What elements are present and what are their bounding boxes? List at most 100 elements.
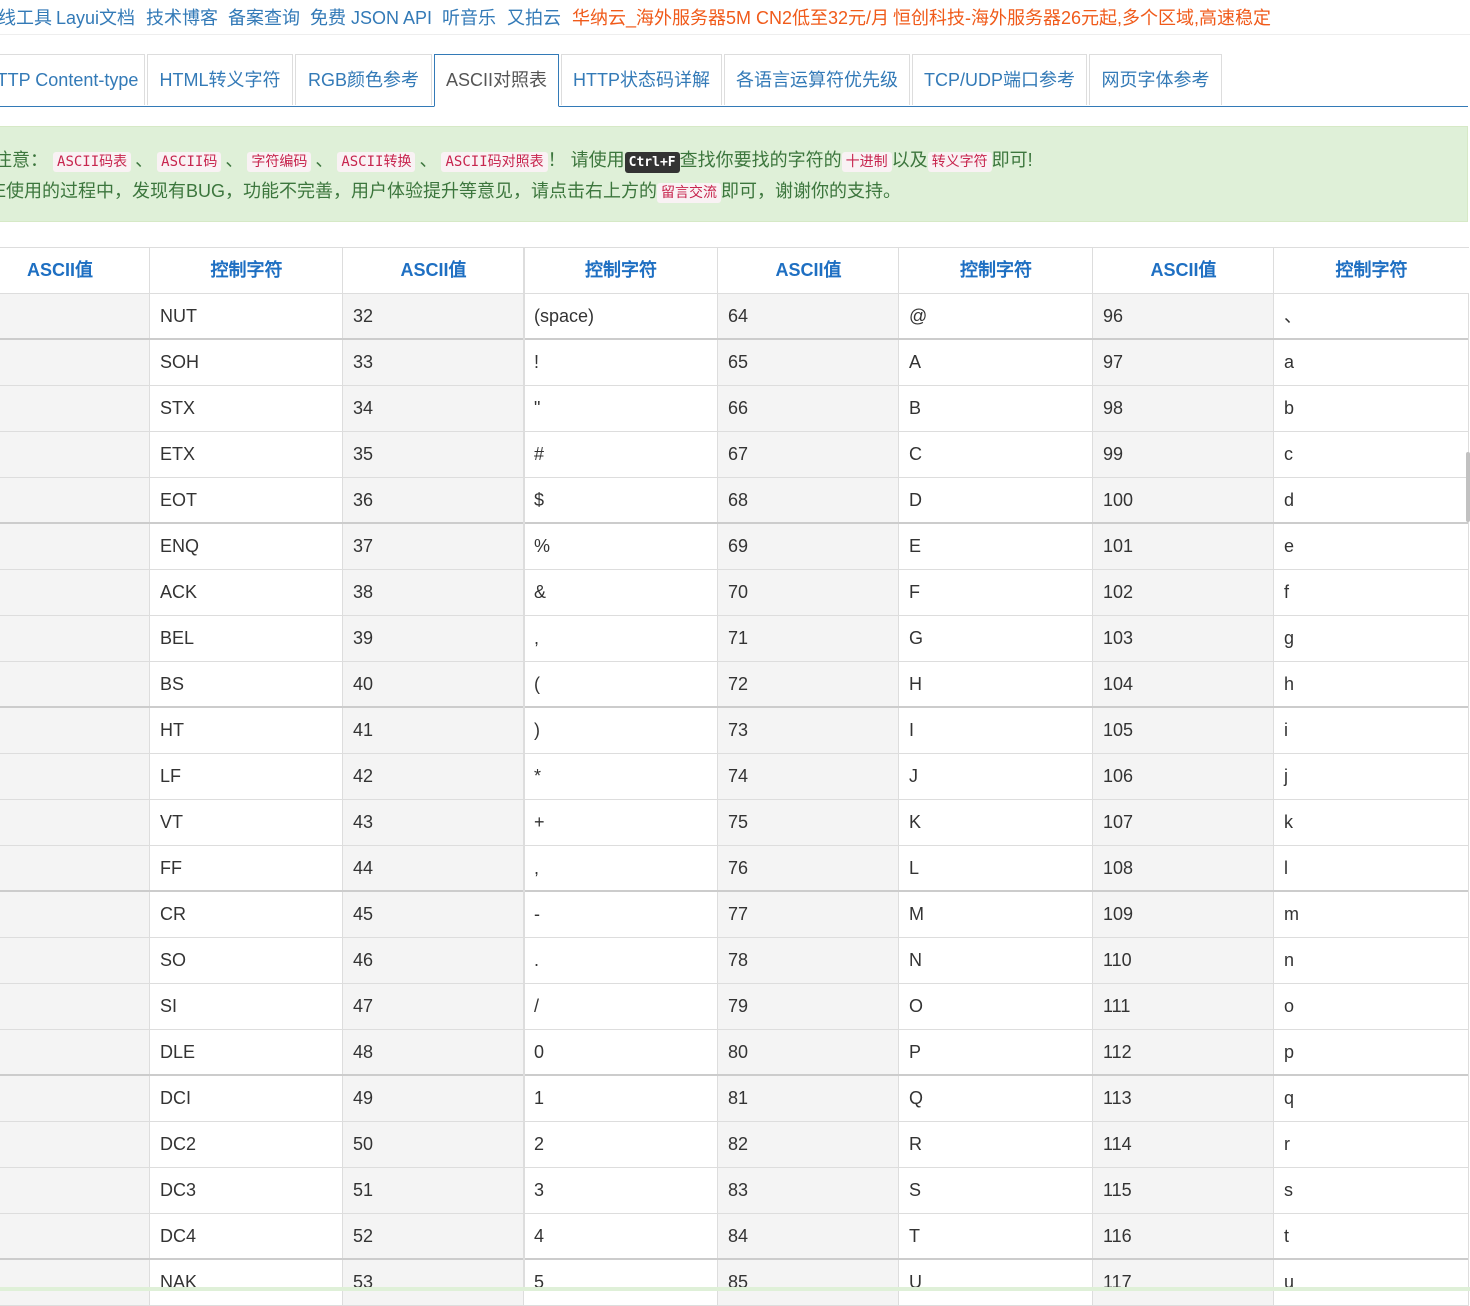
promo-link-henghost[interactable]: 恒创科技-海外服务器26元起,多个区域,高速稳定: [893, 4, 1271, 30]
control-char-cell: D: [898, 478, 1093, 522]
control-char-cell: (: [523, 662, 718, 706]
ascii-value-cell: [0, 708, 150, 753]
nav-link-tools[interactable]: 线工具: [0, 4, 52, 30]
notice-text: 即可!: [991, 150, 1033, 170]
ascii-value-cell: [0, 1168, 150, 1213]
ascii-value-cell: [0, 846, 150, 890]
nav-link-tech-blog[interactable]: 技术博客: [146, 4, 218, 30]
control-char-cell: K: [898, 800, 1093, 845]
ascii-value-cell: 48: [342, 1030, 524, 1074]
notice-text: ！ 请使用: [547, 150, 625, 170]
tab-tcp-udp-ports[interactable]: TCP/UDP端口参考: [912, 54, 1087, 105]
control-char-cell: L: [898, 846, 1093, 890]
ascii-value-cell: [0, 984, 150, 1029]
ascii-value-cell: 74: [717, 754, 899, 799]
ascii-value-cell: [0, 1122, 150, 1167]
control-char-cell: 3: [523, 1168, 718, 1213]
control-char-cell: !: [523, 340, 718, 385]
column-header: 控制字符: [149, 248, 343, 293]
ascii-value-cell: 100: [1092, 478, 1274, 522]
control-char-cell: r: [1273, 1122, 1469, 1167]
control-char-cell: N: [898, 938, 1093, 983]
control-char-cell: U: [898, 1260, 1093, 1305]
tab-http-content-type[interactable]: TTP Content-type: [0, 54, 145, 105]
control-char-cell: DLE: [149, 1030, 343, 1074]
ascii-value-cell: 113: [1092, 1076, 1274, 1121]
ascii-value-cell: 76: [717, 846, 899, 890]
control-char-cell: &: [523, 570, 718, 615]
control-char-cell: 2: [523, 1122, 718, 1167]
ascii-value-cell: [0, 662, 150, 706]
column-divider: [523, 247, 525, 1291]
table-row: CR 45-77 M 109 m: [0, 892, 1468, 938]
ascii-value-cell: 81: [717, 1076, 899, 1121]
ascii-value-cell: 45: [342, 892, 524, 937]
ascii-value-cell: [0, 1076, 150, 1121]
notice-text: E使用的过程中，发现有BUG，功能不完善，用户体验提升等意见，请点击右上方的: [0, 181, 658, 201]
ascii-value-cell: 115: [1092, 1168, 1274, 1213]
control-char-cell: 、: [1273, 294, 1469, 338]
keyword-ascii-table: ASCII码表: [53, 152, 132, 172]
ascii-value-cell: 85: [717, 1260, 899, 1305]
ascii-value-cell: 67: [717, 432, 899, 477]
control-char-cell: SOH: [149, 340, 343, 385]
control-char-cell: %: [523, 524, 718, 569]
promo-link-hncloud[interactable]: 华纳云_海外服务器5M CN2低至32元/月: [572, 4, 889, 30]
nav-link-upyun[interactable]: 又拍云: [507, 4, 561, 30]
ascii-value-cell: 32: [342, 294, 524, 338]
tab-rgb-colors[interactable]: RGB颜色参考: [295, 54, 432, 105]
tab-html-escape[interactable]: HTML转义字符: [147, 54, 293, 105]
table-row: SOH 33! 65 A 97 a: [0, 340, 1468, 386]
control-char-cell: HT: [149, 708, 343, 753]
ascii-value-cell: 42: [342, 754, 524, 799]
tab-operator-precedence[interactable]: 各语言运算符优先级: [724, 54, 910, 105]
control-char-cell: *: [523, 754, 718, 799]
ascii-value-cell: 65: [717, 340, 899, 385]
control-char-cell: STX: [149, 386, 343, 431]
nav-link-music[interactable]: 听音乐: [442, 4, 496, 30]
control-char-cell: BEL: [149, 616, 343, 661]
control-char-cell: J: [898, 754, 1093, 799]
scrollbar-thumb[interactable]: [1466, 452, 1470, 522]
ascii-value-cell: 70: [717, 570, 899, 615]
ascii-value-cell: 64: [717, 294, 899, 338]
control-char-cell: BS: [149, 662, 343, 706]
table-row: DC2 50 2 82 R 114 r: [0, 1122, 1468, 1168]
control-char-cell: p: [1273, 1030, 1469, 1074]
control-char-cell: F: [898, 570, 1093, 615]
control-char-cell: d: [1273, 478, 1469, 522]
ascii-value-cell: 36: [342, 478, 524, 522]
tab-ascii-table[interactable]: ASCII对照表: [434, 54, 559, 107]
control-char-cell: (space): [523, 294, 718, 338]
ascii-value-cell: 39: [342, 616, 524, 661]
control-char-cell: SO: [149, 938, 343, 983]
control-char-cell: S: [898, 1168, 1093, 1213]
control-char-cell: j: [1273, 754, 1469, 799]
control-char-cell: CR: [149, 892, 343, 937]
control-char-cell: VT: [149, 800, 343, 845]
control-char-cell: +: [523, 800, 718, 845]
ascii-value-cell: 104: [1092, 662, 1274, 706]
notice-line-1: 注意： ASCII码表、ASCII码、字符编码、ASCII转换、ASCII码对照…: [0, 146, 1033, 173]
ascii-value-cell: 78: [717, 938, 899, 983]
control-char-cell: DC3: [149, 1168, 343, 1213]
control-char-cell: q: [1273, 1076, 1469, 1121]
control-char-cell: C: [898, 432, 1093, 477]
tab-web-fonts[interactable]: 网页字体参考: [1089, 54, 1222, 105]
ascii-value-cell: 51: [342, 1168, 524, 1213]
nav-link-icp-query[interactable]: 备案查询: [228, 4, 300, 30]
table-row: NAK 53 5 85 U 117 u: [0, 1260, 1468, 1306]
ascii-value-cell: 34: [342, 386, 524, 431]
tab-http-status[interactable]: HTTP状态码详解: [561, 54, 722, 105]
ascii-value-cell: 82: [717, 1122, 899, 1167]
table-row: STX 34 " 66 B 98 b: [0, 386, 1468, 432]
nav-link-json-api[interactable]: 免费 JSON API: [310, 4, 432, 30]
control-char-cell: FF: [149, 846, 343, 890]
bottom-edge: [0, 1287, 1470, 1291]
control-char-cell: ,: [523, 616, 718, 661]
column-header: 控制字符: [898, 248, 1093, 293]
control-char-cell: T: [898, 1214, 1093, 1258]
nav-link-layui-docs[interactable]: Layui文档: [56, 4, 135, 30]
keyword-escape-char: 转义字符: [927, 152, 992, 172]
keyword-ascii-lookup-table: ASCII码对照表: [441, 152, 548, 172]
